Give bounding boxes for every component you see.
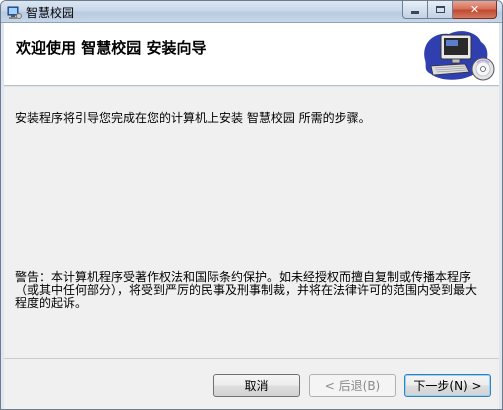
wizard-banner: 欢迎使用 智慧校园 安装向导	[4, 23, 499, 86]
wizard-title: 欢迎使用 智慧校园 安装向导	[16, 39, 207, 57]
installer-window: 智慧校园 ✕ 欢迎使用 智慧校园 安装向导 安装程序将引导您完成在您的计算机上安…	[0, 0, 503, 410]
copyright-warning: 警告：本计算机程序受著作权法和国际条约保护。如未经授权而擅自复制或传播本程序（或…	[15, 270, 478, 310]
wizard-content: 安装程序将引导您完成在您的计算机上安装 智慧校园 所需的步骤。 警告：本计算机程…	[4, 87, 499, 359]
close-button[interactable]: ✕	[453, 1, 497, 19]
maximize-icon	[435, 6, 445, 13]
caption-buttons: ✕	[402, 1, 497, 20]
back-button[interactable]: < 后退(B)	[309, 374, 396, 397]
maximize-button[interactable]	[428, 1, 453, 19]
window-title: 智慧校园	[26, 6, 75, 20]
title-bar[interactable]: 智慧校园 ✕	[1, 1, 502, 23]
minimize-icon	[411, 11, 419, 14]
intro-text: 安装程序将引导您完成在您的计算机上安装 智慧校园 所需的步骤。	[15, 111, 371, 125]
button-bar: 取消 < 后退(B) 下一步(N) >	[4, 359, 499, 409]
cancel-button[interactable]: 取消	[213, 374, 300, 397]
minimize-button[interactable]	[402, 1, 428, 19]
computer-with-disc-icon	[424, 31, 495, 81]
close-icon: ✕	[469, 3, 480, 16]
installer-icon	[7, 6, 22, 19]
next-button[interactable]: 下一步(N) >	[404, 374, 491, 397]
